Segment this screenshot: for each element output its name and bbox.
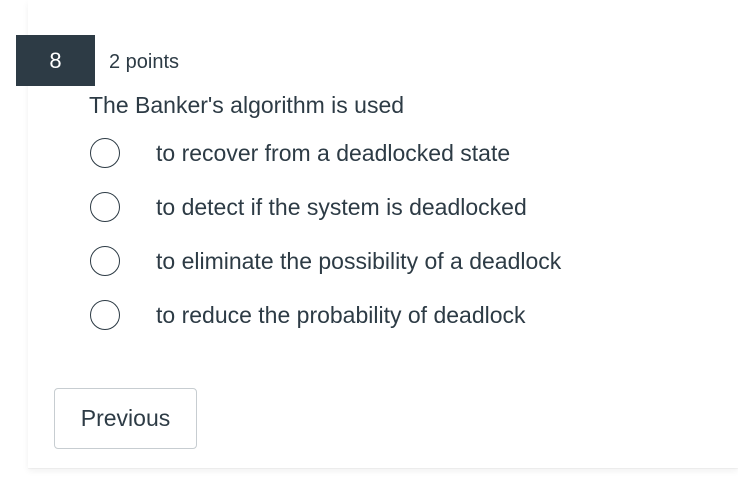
answer-label[interactable]: to reduce the probability of deadlock bbox=[156, 299, 526, 331]
answer-label[interactable]: to detect if the system is deadlocked bbox=[156, 191, 527, 223]
answer-label[interactable]: to eliminate the possibility of a deadlo… bbox=[156, 245, 561, 277]
radio-button[interactable] bbox=[90, 246, 120, 276]
answer-option[interactable]: to eliminate the possibility of a deadlo… bbox=[89, 243, 689, 297]
question-text: The Banker's algorithm is used bbox=[89, 92, 405, 118]
radio-button[interactable] bbox=[90, 138, 120, 168]
answer-label[interactable]: to recover from a deadlocked state bbox=[156, 137, 510, 169]
answer-option[interactable]: to recover from a deadlocked state bbox=[89, 135, 689, 189]
question-points: 2 points bbox=[109, 51, 180, 73]
answer-list: to recover from a deadlocked state to de… bbox=[89, 135, 689, 351]
question-number-badge: 8 bbox=[16, 35, 95, 86]
radio-button[interactable] bbox=[90, 192, 120, 222]
previous-button[interactable]: Previous bbox=[54, 388, 197, 449]
radio-button[interactable] bbox=[90, 300, 120, 330]
quiz-page: 8 2 points The Banker's algorithm is use… bbox=[0, 0, 738, 486]
answer-option[interactable]: to reduce the probability of deadlock bbox=[89, 297, 689, 351]
answer-option[interactable]: to detect if the system is deadlocked bbox=[89, 189, 689, 243]
